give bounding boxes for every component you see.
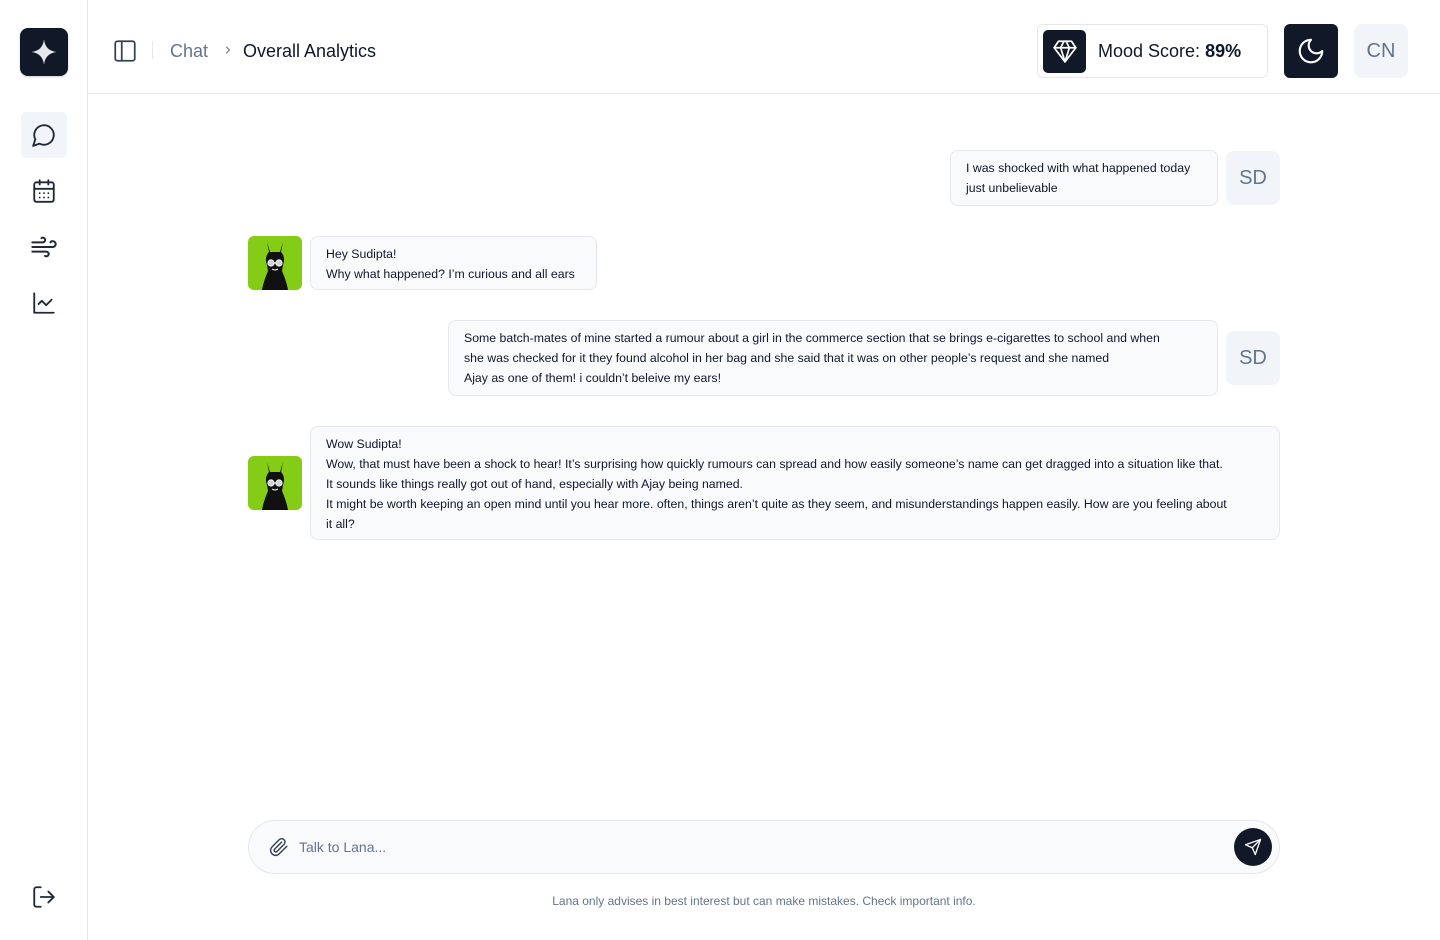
message-line: Why what happened? I’m curious and all e… xyxy=(326,267,575,281)
breadcrumb-chat-link[interactable]: Chat xyxy=(170,40,208,62)
message-line: Some batch-mates of mine started a rumou… xyxy=(464,331,1160,345)
sender-avatar: SD xyxy=(1226,151,1280,205)
chat-bubble-icon xyxy=(32,124,55,147)
message-line: Wow Sudipta! xyxy=(326,437,402,451)
chevron-right-icon xyxy=(221,42,235,58)
message-line: It sounds like things really got out of … xyxy=(326,477,743,491)
sparkle-icon xyxy=(31,39,57,65)
message-line: It might be worth keeping an open mind u… xyxy=(326,497,1227,511)
chat-composer xyxy=(248,820,1280,874)
sender-avatar: SD xyxy=(1226,331,1280,385)
llama-icon xyxy=(262,462,288,510)
moon-icon xyxy=(1298,38,1324,64)
logout-button[interactable] xyxy=(21,874,67,920)
wind-icon xyxy=(31,236,57,258)
user-avatar[interactable]: CN xyxy=(1354,24,1408,78)
sidebar-item-breathing[interactable] xyxy=(21,224,67,270)
mood-score-label: Mood Score: xyxy=(1098,40,1201,61)
sidebar-item-chat[interactable] xyxy=(21,112,67,158)
message-line: just unbelievable xyxy=(966,181,1058,195)
llama-avatar xyxy=(248,456,302,510)
message-line: Wow, that must have been a shock to hear… xyxy=(326,457,1223,471)
breadcrumb-current: Overall Analytics xyxy=(243,41,377,61)
app-logo[interactable] xyxy=(20,28,68,76)
message-line: Ajay as one of them! i couldn’t beleive … xyxy=(464,371,721,385)
top-header: Chat Overall Analytics Mood Score: 89% C… xyxy=(88,0,1440,94)
area-chart-icon xyxy=(33,292,55,314)
llama-avatar xyxy=(248,236,302,290)
mood-score-badge[interactable]: Mood Score: 89% xyxy=(1037,24,1268,78)
message-line: Hey Sudipta! xyxy=(326,247,397,261)
mood-score-value: 89% xyxy=(1205,40,1242,61)
diamond-icon xyxy=(1043,29,1086,73)
toggle-sidebar-button[interactable] xyxy=(110,37,140,65)
paperclip-icon xyxy=(269,838,288,857)
attach-button[interactable] xyxy=(269,837,289,857)
panel-left-icon xyxy=(114,40,136,62)
send-icon xyxy=(1244,838,1262,856)
message-line: it all? xyxy=(326,517,355,531)
header-divider xyxy=(152,41,153,59)
message-line: she was checked for it they found alcoho… xyxy=(464,351,1110,365)
bot-message: Wow Sudipta! Wow, that must have been a … xyxy=(310,426,1280,540)
chat-input[interactable] xyxy=(299,831,1219,863)
sidebar-item-calendar[interactable] xyxy=(21,168,67,214)
send-button[interactable] xyxy=(1234,828,1272,866)
message-line: I was shocked with what happened today xyxy=(966,161,1191,175)
logout-icon xyxy=(33,886,55,908)
sidebar-item-analytics[interactable] xyxy=(21,280,67,326)
disclaimer-text: Lana only advises in best interest but c… xyxy=(552,894,976,908)
mood-score-text: Mood Score: 89% xyxy=(1098,41,1241,62)
user-message: Some batch-mates of mine started a rumou… xyxy=(448,320,1218,396)
theme-toggle-button[interactable] xyxy=(1284,24,1338,78)
llama-icon xyxy=(262,242,288,290)
bot-message: Hey Sudipta! Why what happened? I’m curi… xyxy=(310,236,597,290)
calendar-icon xyxy=(33,179,55,203)
user-message: I was shocked with what happened today j… xyxy=(950,150,1218,206)
sidebar xyxy=(0,0,88,940)
